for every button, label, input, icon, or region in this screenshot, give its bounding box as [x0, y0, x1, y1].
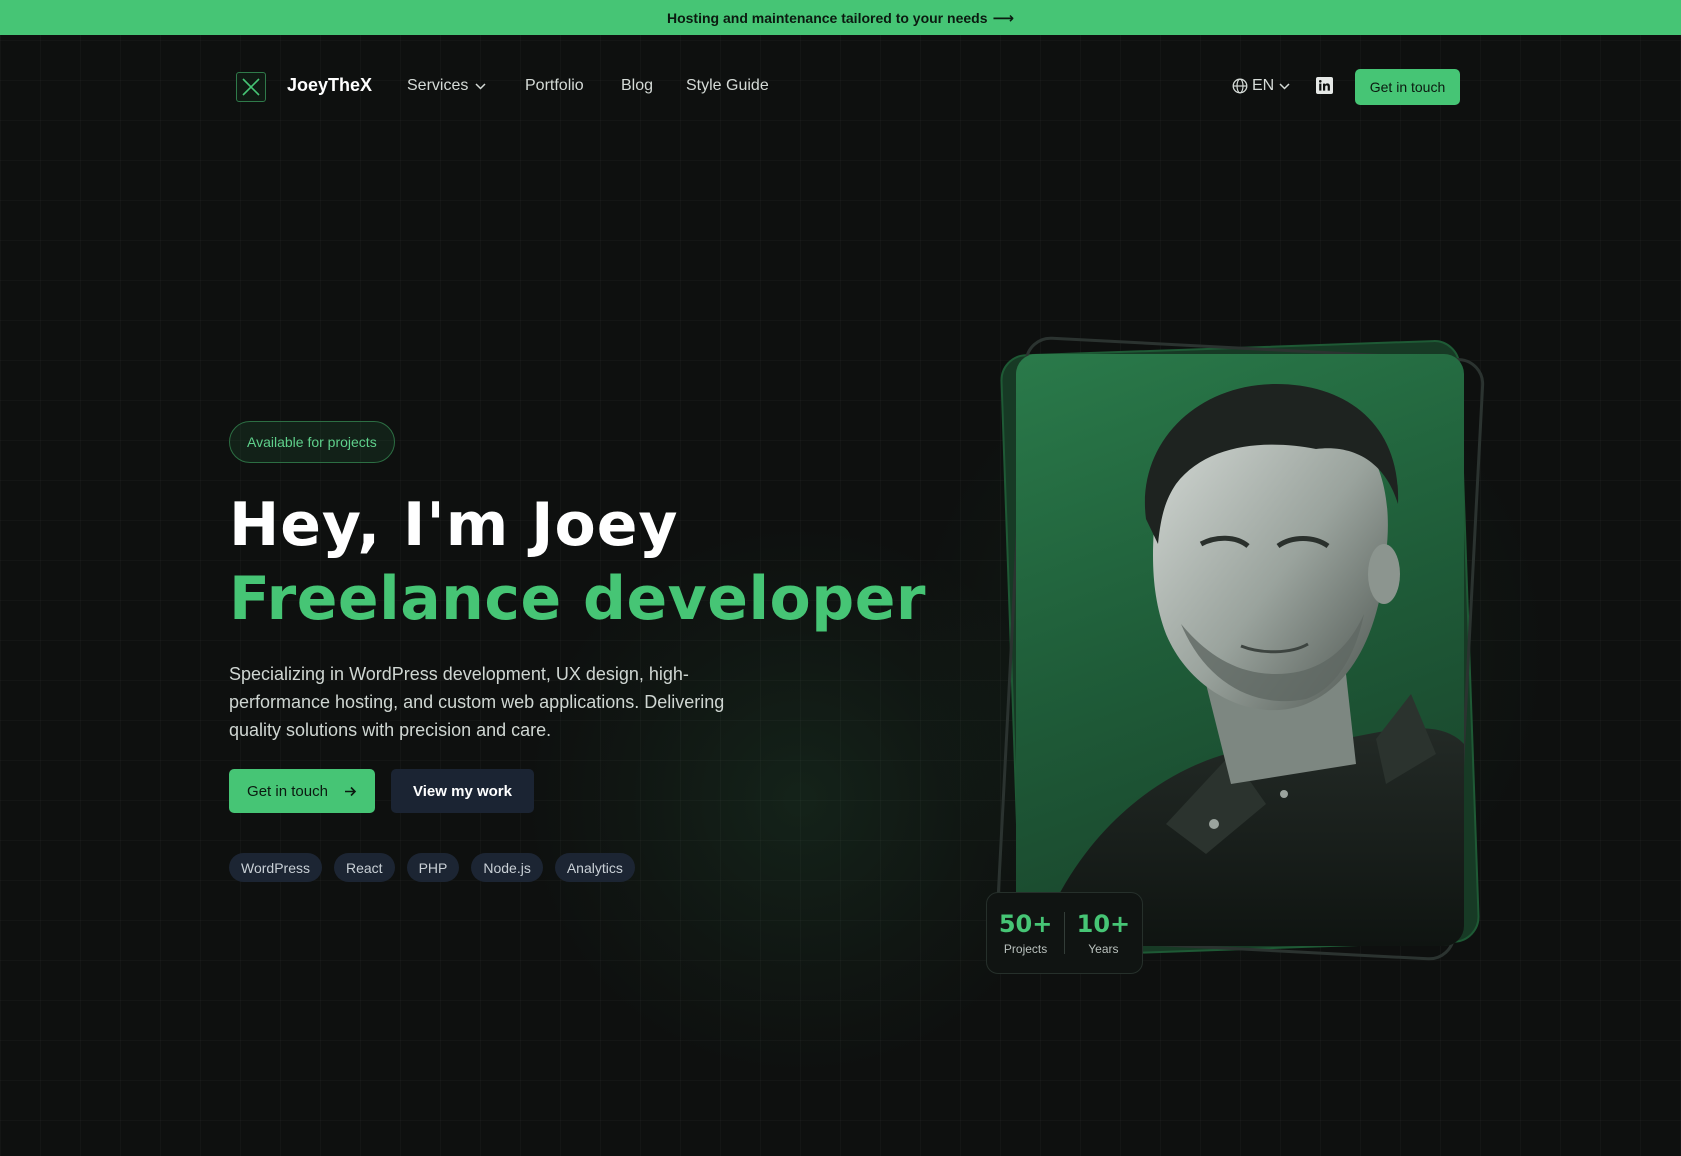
stat-projects-value: 50+ [998, 910, 1053, 938]
brand-name[interactable]: JoeyTheX [287, 75, 372, 96]
tech-tags: WordPress React PHP Node.js Analytics [229, 853, 635, 882]
hero-description: Specializing in WordPress development, U… [229, 664, 725, 740]
hero-get-in-touch-button[interactable]: Get in touch [229, 769, 375, 813]
stat-projects: 50+ Projects [999, 910, 1053, 956]
chevron-down-icon [1279, 82, 1290, 90]
stats-divider [1064, 912, 1065, 954]
stat-projects-label: Projects [1003, 942, 1048, 956]
portrait-photo [1016, 354, 1464, 946]
nav-blog[interactable]: Blog [621, 77, 653, 95]
x-logo-icon [242, 78, 260, 96]
stats-card: 50+ Projects 10+ Years [986, 892, 1143, 974]
nav-portfolio[interactable]: Portfolio [525, 77, 584, 95]
tag-analytics: Analytics [554, 853, 635, 882]
portrait-illustration [1036, 384, 1464, 946]
view-my-work-button[interactable]: View my work [391, 769, 534, 813]
arrow-right-icon [344, 786, 357, 797]
site-header: JoeyTheX Services Portfolio Blog Style G… [0, 35, 1681, 139]
nav-style-guide[interactable]: Style Guide [686, 77, 769, 95]
tag-php: PHP [406, 853, 460, 882]
globe-icon [1232, 78, 1248, 94]
arrow-right-icon: ⟶ [992, 9, 1014, 27]
linkedin-icon[interactable] [1316, 77, 1333, 94]
language-label: EN [1252, 77, 1275, 94]
hero-subheading: Freelance developer [229, 564, 927, 634]
stat-years-label: Years [1088, 942, 1119, 956]
chevron-down-icon [475, 82, 486, 90]
hero-heading: Hey, I'm Joey [229, 490, 679, 560]
stat-years-value: 10+ [1076, 910, 1131, 938]
tag-nodejs: Node.js [471, 853, 543, 882]
announcement-bar[interactable]: Hosting and maintenance tailored to your… [0, 0, 1681, 35]
nav-services-label: Services [407, 77, 469, 94]
stat-years: 10+ Years [1077, 910, 1131, 956]
language-selector[interactable]: EN [1232, 77, 1290, 95]
logo[interactable] [236, 72, 266, 102]
tag-react: React [333, 853, 395, 882]
header-get-in-touch-button[interactable]: Get in touch [1355, 69, 1460, 105]
hero-get-in-touch-label: Get in touch [247, 782, 328, 800]
tag-wordpress: WordPress [229, 853, 322, 882]
availability-badge: Available for projects [229, 421, 395, 463]
announcement-text: Hosting and maintenance tailored to your… [666, 9, 988, 26]
nav-services[interactable]: Services [407, 77, 486, 95]
